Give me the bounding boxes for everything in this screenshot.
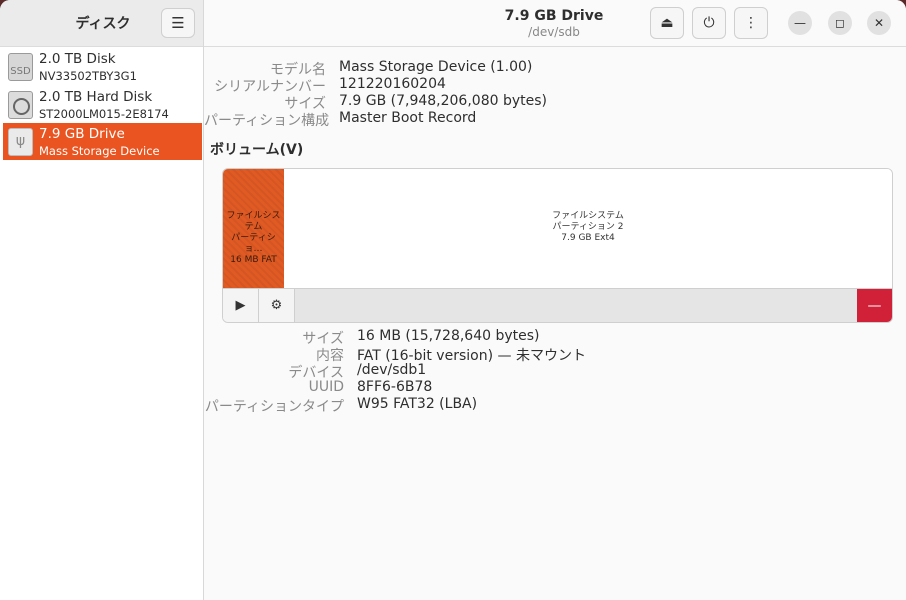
disk-name: 2.0 TB Hard Disk [39, 89, 153, 105]
minimize-icon: — [794, 16, 806, 30]
disk-model: NV33502TBY3G1 [39, 69, 137, 83]
volume-toolbar: ▶ ⚙ — [223, 288, 892, 322]
play-icon: ▶ [235, 298, 246, 313]
delete-partition-button[interactable]: — [857, 289, 892, 322]
partition-name: パーティション 2 [552, 222, 624, 232]
drive-device-path: /dev/sdb [528, 25, 580, 39]
prop-label: UUID [308, 379, 344, 395]
maximize-icon: ◻ [835, 16, 845, 30]
sidebar: ディスク ☰ SSD 2.0 TB Disk NV33502TBY3G1 2.0… [0, 0, 204, 600]
partition-type: ファイルシステム [226, 211, 281, 232]
header-bar: 7.9 GB Drive /dev/sdb ⏏ ⏻ ⋮ — ◻ ✕ [204, 0, 906, 47]
partition-size: 16 MB FAT [230, 255, 277, 265]
minimize-button[interactable]: — [788, 11, 812, 35]
prop-value: 8FF6-6B78 [357, 379, 433, 395]
prop-label: パーティション構成 [204, 113, 330, 129]
disk-item-ssd[interactable]: SSD 2.0 TB Disk NV33502TBY3G1 [3, 48, 202, 85]
disk-model: Mass Storage Device [39, 144, 160, 158]
prop-value: 16 MB (15,728,640 bytes) [357, 328, 540, 344]
prop-value: 121220160204 [339, 76, 446, 92]
prop-label: パーティションタイプ [204, 399, 344, 415]
main-panel: 7.9 GB Drive /dev/sdb ⏏ ⏻ ⋮ — ◻ ✕ モデル名 M… [204, 0, 906, 600]
partition-type: ファイルシステム [552, 211, 624, 221]
ssd-icon: SSD [8, 53, 33, 81]
drive-title: 7.9 GB Drive [504, 8, 604, 24]
gear-icon: ⚙ [270, 298, 283, 313]
partition-block-1[interactable]: ファイルシステム パーティショ… 16 MB FAT [223, 169, 284, 288]
prop-value: Mass Storage Device (1.00) [339, 59, 533, 75]
eject-icon: ⏏ [660, 15, 674, 31]
partition-block-2[interactable]: ファイルシステム パーティション 2 7.9 GB Ext4 [284, 169, 892, 288]
minus-icon: — [867, 297, 882, 314]
power-off-button[interactable]: ⏻ [692, 7, 726, 39]
prop-value: Master Boot Record [339, 110, 477, 126]
prop-value: 7.9 GB (7,948,206,080 bytes) [339, 93, 547, 109]
volume-map: ファイルシステム パーティショ… 16 MB FAT ファイルシステム パーティ… [222, 168, 893, 323]
more-vertical-icon: ⋮ [744, 15, 758, 31]
close-button[interactable]: ✕ [867, 11, 891, 35]
disk-item-usb[interactable]: ψ 7.9 GB Drive Mass Storage Device [3, 123, 202, 160]
usb-drive-icon: ψ [8, 128, 33, 156]
drive-options-button[interactable]: ⋮ [734, 7, 768, 39]
disk-item-hdd[interactable]: 2.0 TB Hard Disk ST2000LM015-2E8174 [3, 86, 202, 123]
prop-value: W95 FAT32 (LBA) [357, 396, 478, 412]
eject-button[interactable]: ⏏ [650, 7, 684, 39]
main-menu-button[interactable]: ☰ [161, 8, 195, 38]
sidebar-header: ディスク ☰ [0, 0, 203, 47]
hdd-icon [8, 91, 33, 119]
disks-window: ディスク ☰ SSD 2.0 TB Disk NV33502TBY3G1 2.0… [0, 0, 906, 600]
partition-size: 7.9 GB Ext4 [561, 233, 615, 243]
partition-name: パーティショ… [231, 233, 276, 254]
volumes-heading: ボリューム(V) [210, 142, 304, 158]
prop-value: /dev/sdb1 [357, 362, 427, 378]
disk-model: ST2000LM015-2E8174 [39, 107, 169, 121]
mount-button[interactable]: ▶ [223, 289, 259, 322]
power-icon: ⏻ [703, 15, 715, 31]
maximize-button[interactable]: ◻ [828, 11, 852, 35]
hamburger-menu-icon: ☰ [171, 14, 185, 32]
disk-name: 7.9 GB Drive [39, 126, 125, 142]
disk-list: SSD 2.0 TB Disk NV33502TBY3G1 2.0 TB Har… [0, 47, 203, 600]
close-icon: ✕ [873, 16, 885, 30]
disk-name: 2.0 TB Disk [39, 51, 116, 67]
partition-options-button[interactable]: ⚙ [259, 289, 295, 322]
